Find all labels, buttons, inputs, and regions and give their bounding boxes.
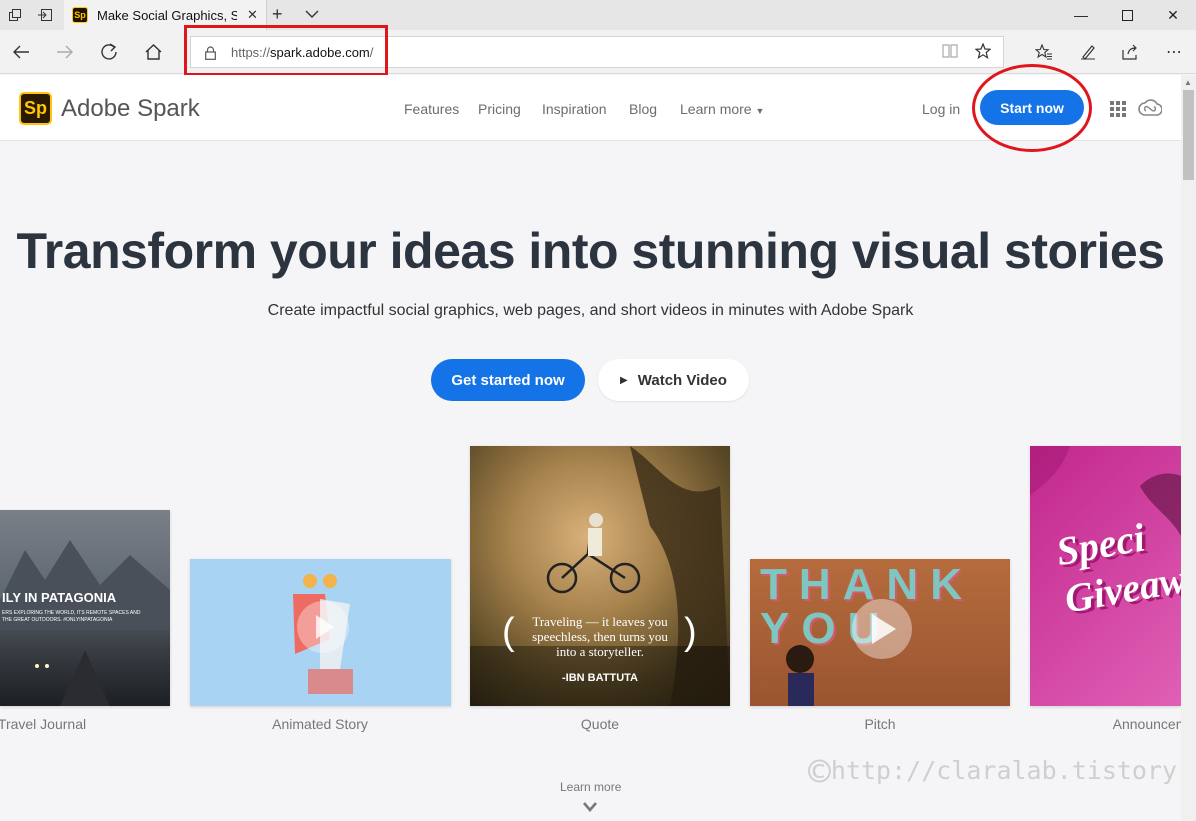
mountain-illustration bbox=[0, 540, 170, 706]
quote-author: -IBN BATTUTA bbox=[562, 672, 638, 684]
card-overlay-title: ILY IN PATAGONIA bbox=[2, 590, 117, 605]
more-options-icon[interactable]: ⋯ bbox=[1160, 38, 1188, 66]
favorite-star-icon[interactable] bbox=[974, 42, 992, 64]
laurel-left-icon: ( bbox=[502, 611, 515, 653]
watermark: ©http://claralab.tistory.com bbox=[808, 750, 1196, 794]
scrollbar-thumb[interactable] bbox=[1183, 90, 1194, 180]
home-icon[interactable] bbox=[139, 38, 167, 66]
brand-name[interactable]: Adobe Spark bbox=[61, 95, 200, 123]
set-aside-tabs-icon[interactable] bbox=[30, 0, 60, 30]
tab-preview-chevron-icon[interactable] bbox=[305, 6, 319, 24]
adobe-spark-favicon: Sp bbox=[72, 7, 88, 23]
close-tab-icon[interactable]: ✕ bbox=[247, 7, 258, 23]
nav-learn-more-label: Learn more bbox=[680, 101, 752, 117]
share-icon[interactable] bbox=[1116, 38, 1144, 66]
new-tab-icon[interactable]: + bbox=[272, 4, 283, 25]
tab-title: Make Social Graphics, S bbox=[97, 7, 237, 23]
card-travel-journal[interactable]: ILY IN PATAGONIA ERS EXPLORING THE WORLD… bbox=[0, 510, 170, 706]
card-animated-story[interactable] bbox=[190, 559, 451, 706]
get-started-button[interactable]: Get started now bbox=[431, 359, 585, 401]
start-now-highlight-circle bbox=[972, 64, 1092, 152]
watch-video-label: Watch Video bbox=[637, 371, 727, 389]
chevron-down-icon[interactable] bbox=[582, 800, 598, 818]
palm-leaves-illustration bbox=[1030, 446, 1181, 536]
nav-pricing[interactable]: Pricing bbox=[478, 101, 521, 117]
hero-subtitle: Create impactful social graphics, web pa… bbox=[267, 302, 914, 319]
quote-text: Traveling — it leaves you speechless, th… bbox=[532, 614, 668, 659]
tab-manager-icon[interactable] bbox=[0, 0, 30, 30]
cyclist-photo bbox=[470, 446, 730, 706]
watermark-logo: © bbox=[808, 750, 831, 794]
card-label-pitch[interactable]: Pitch bbox=[780, 716, 980, 732]
nav-features[interactable]: Features bbox=[404, 101, 459, 117]
forward-icon[interactable] bbox=[51, 38, 79, 66]
maximize-icon[interactable] bbox=[1104, 0, 1150, 30]
adobe-spark-logo[interactable]: Sp bbox=[19, 92, 52, 125]
card-pitch[interactable]: THANK YOU bbox=[750, 559, 1010, 706]
hero-title: Transform your ideas into stunning visua… bbox=[16, 223, 1165, 279]
nav-blog[interactable]: Blog bbox=[629, 101, 657, 117]
page-scrollbar[interactable] bbox=[1181, 75, 1196, 821]
back-icon[interactable] bbox=[7, 38, 35, 66]
watch-video-button[interactable]: ▶ Watch Video bbox=[598, 359, 749, 401]
card-label-quote[interactable]: Quote bbox=[500, 716, 700, 732]
login-link[interactable]: Log in bbox=[922, 101, 960, 117]
caret-down-icon: ▼ bbox=[755, 106, 765, 116]
url-highlight-box bbox=[184, 25, 388, 76]
card-overlay-text: ERS EXPLORING THE WORLD, ITS REMOTE SPAC… bbox=[2, 610, 141, 623]
card-label-animated-story[interactable]: Animated Story bbox=[220, 716, 420, 732]
play-triangle-icon: ▶ bbox=[620, 374, 628, 386]
learn-more-link[interactable]: Learn more bbox=[560, 780, 621, 794]
refresh-icon[interactable] bbox=[95, 38, 123, 66]
nav-learn-more[interactable]: Learn more ▼ bbox=[680, 101, 764, 117]
pen-notes-icon[interactable] bbox=[1074, 38, 1102, 66]
minimize-icon[interactable]: — bbox=[1058, 0, 1104, 30]
card-label-announcement[interactable]: Announcem bbox=[1050, 716, 1196, 732]
nav-inspiration[interactable]: Inspiration bbox=[542, 101, 607, 117]
creative-cloud-icon[interactable] bbox=[1138, 98, 1163, 123]
card-announcement[interactable]: Speci Giveaw bbox=[1030, 446, 1181, 706]
couple-illustration bbox=[293, 574, 353, 694]
apps-grid-icon[interactable] bbox=[1110, 101, 1126, 122]
laurel-right-icon: ) bbox=[684, 611, 697, 653]
card-label-travel-journal[interactable]: Travel Journal bbox=[0, 716, 142, 732]
favorites-icon[interactable] bbox=[1030, 38, 1058, 66]
card-quote[interactable]: Traveling — it leaves you speechless, th… bbox=[470, 446, 730, 706]
close-window-icon[interactable]: ✕ bbox=[1150, 0, 1196, 30]
watermark-text: http://claralab.tistory.com bbox=[830, 756, 1196, 785]
scroll-up-arrow-icon[interactable]: ▲ bbox=[1184, 78, 1192, 87]
reading-view-icon[interactable] bbox=[942, 44, 958, 63]
girl-photo bbox=[786, 599, 912, 706]
